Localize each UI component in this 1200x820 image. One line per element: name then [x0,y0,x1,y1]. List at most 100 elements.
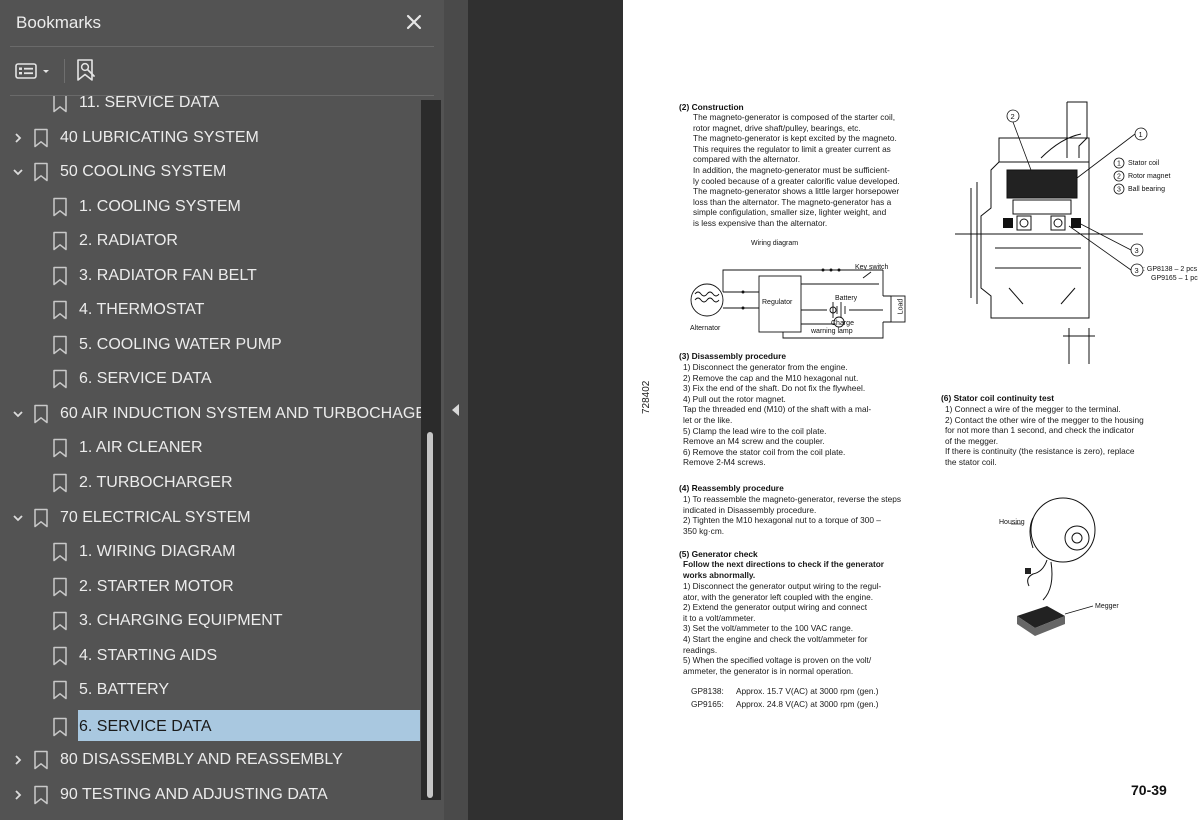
bookmark-label: 1. WIRING DIAGRAM [79,543,236,560]
panel-splitter[interactable] [444,0,468,820]
generator-check-line: 2) Extend the generator output wiring an… [683,602,868,613]
panel-title: Bookmarks [16,13,102,32]
bookmark-item[interactable]: 4. STARTING AIDS [0,639,424,673]
bookmark-icon [53,542,67,562]
bookmark-icon [53,577,67,597]
bookmark-icon [53,646,67,666]
bookmark-icon [53,717,67,737]
bookmark-item[interactable]: 60 AIR INDUCTION SYSTEM AND TURBOCHAGER [0,397,424,431]
bookmark-item[interactable]: 2. RADIATOR [0,224,424,258]
stator-test-line: for not more than 1 second, and check th… [945,425,1135,436]
bookmark-item[interactable]: 5. COOLING WATER PUMP [0,328,424,362]
spec-model: GP9165: [691,699,724,709]
reassembly-line: 1) To reassemble the magneto-generator, … [683,494,901,504]
toolbar-separator [64,59,65,83]
close-button[interactable] [400,8,428,36]
bookmark-item[interactable]: 3. CHARGING EQUIPMENT [0,604,424,638]
construction-line: is less expensive than the alternator. [693,218,828,228]
bookmark-label: 2. TURBOCHARGER [79,474,233,491]
generator-check-heading: (5) Generator check [679,549,758,559]
bookmark-icon [34,404,48,424]
construction-line: rotor magnet, drive shaft/pulley, bearin… [693,122,861,133]
svg-text:2: 2 [1117,174,1121,181]
bookmark-item[interactable]: 40 LUBRICATING SYSTEM [0,121,424,155]
disassembly-heading: (3) Disassembly procedure [679,351,787,361]
bookmarks-scrollbar[interactable] [421,100,441,800]
bookmark-item[interactable]: 70 ELECTRICAL SYSTEM [0,501,424,535]
bookmark-icon [53,438,67,458]
bookmark-item[interactable]: 1. AIR CLEANER [0,431,424,465]
wiring-title: Wiring diagram [751,240,799,247]
bookmark-label: 3. RADIATOR FAN BELT [79,267,257,284]
find-bookmark-button[interactable] [72,56,100,86]
bookmark-label: 1. AIR CLEANER [79,439,203,456]
close-icon [406,14,422,30]
bookmark-icon [53,611,67,631]
figure-legend: Rotor magnet [1128,173,1171,180]
bookmark-icon [34,785,48,805]
bookmark-item[interactable]: 11. SERVICE DATA [0,96,424,120]
document-side-code: 728402 [641,380,652,414]
spec-value: Approx. 24.8 V(AC) at 3000 rpm (gen.) [736,699,879,709]
bookmark-item[interactable]: 6. SERVICE DATA [0,362,424,396]
chevron-right-icon[interactable] [10,130,26,146]
bookmark-label: 70 ELECTRICAL SYSTEM [60,509,251,526]
bookmark-icon [53,96,67,113]
bookmark-item[interactable]: 90 TESTING AND ADJUSTING DATA [0,778,424,812]
megger-test-figure [1011,497,1096,636]
reassembly-line: indicated in Disassembly procedure. [683,504,817,515]
find-bookmark-icon [77,59,95,81]
bookmark-item[interactable]: 1. COOLING SYSTEM [0,190,424,224]
disassembly-line: 2) Remove the cap and the M10 hexagonal … [683,372,859,383]
stator-test-line: of the megger. [945,435,999,446]
bookmark-label: 60 AIR INDUCTION SYSTEM AND TURBOCHAGER [60,405,424,422]
bookmark-item[interactable]: 2. TURBOCHARGER [0,466,424,500]
bookmark-icon [34,750,48,770]
legend-markers: 1 2 3 [1113,157,1125,195]
bookmark-tree: 11. SERVICE DATA 40 LUBRICATING SYSTEM 5… [0,96,424,820]
bookmark-options-button[interactable] [14,57,58,85]
wiring-label: Key switch [855,264,889,271]
collapse-panel-icon[interactable] [452,404,459,416]
generator-check-line: ammeter, the generator is in normal oper… [683,665,854,676]
chevron-down-icon[interactable] [10,406,26,422]
bookmark-item[interactable]: 1. WIRING DIAGRAM [0,535,424,569]
chevron-down-icon[interactable] [10,164,26,180]
bookmark-label: 6. SERVICE DATA [79,718,212,735]
chevron-right-icon[interactable] [10,752,26,768]
bookmark-label: 3. CHARGING EQUIPMENT [79,612,283,629]
bookmark-label: 6. SERVICE DATA [79,370,212,387]
svg-text:3: 3 [1135,266,1139,275]
disassembly-line: Remove 2-M4 screws. [683,457,766,468]
bookmark-icon [34,508,48,528]
chevron-right-icon[interactable] [10,787,26,803]
bookmark-label: 4. THERMOSTAT [79,301,205,318]
bookmark-icon [53,197,67,217]
generator-check-intro: works abnormally. [683,569,756,580]
disassembly-line: 6) Remove the stator coil from the coil … [683,446,846,457]
bookmark-item-selected[interactable]: 6. SERVICE DATA [0,710,424,744]
bookmark-item[interactable]: 50 COOLING SYSTEM [0,155,424,189]
generator-check-line: 3) Set the volt/ammeter to the 100 VAC r… [683,623,854,634]
svg-text:1: 1 [1139,130,1143,139]
dropdown-caret-icon [43,70,49,73]
bookmarks-panel: Bookmarks 11. SERVICE DATA 40 LUBRICATIN… [0,0,444,820]
disassembly-line: 1) Disconnect the generator from the eng… [683,362,848,372]
bookmark-item[interactable]: 2. STARTER MOTOR [0,570,424,604]
bookmark-icon [53,266,67,286]
wiring-label: Regulator [762,299,793,306]
generator-check-intro: Follow the next directions to check if t… [683,559,885,569]
bookmark-label: 90 TESTING AND ADJUSTING DATA [60,786,328,803]
bookmark-item[interactable]: 80 DISASSEMBLY AND REASSEMBLY [0,743,424,777]
bookmark-item[interactable]: 4. THERMOSTAT [0,293,424,327]
bookmark-label: 11. SERVICE DATA [79,96,220,111]
bookmark-item[interactable]: 5. BATTERY [0,673,424,707]
wiring-label: Load [897,298,905,315]
generator-check-line: 1) Disconnect the generator output wirin… [683,581,882,591]
reassembly-line: 350 kg·cm. [683,525,725,536]
bookmark-item[interactable]: 3. RADIATOR FAN BELT [0,259,424,293]
scrollbar-thumb[interactable] [427,432,433,798]
chevron-down-icon[interactable] [10,510,26,526]
bookmark-icon [34,162,48,182]
bookmark-label: 4. STARTING AIDS [79,647,218,664]
